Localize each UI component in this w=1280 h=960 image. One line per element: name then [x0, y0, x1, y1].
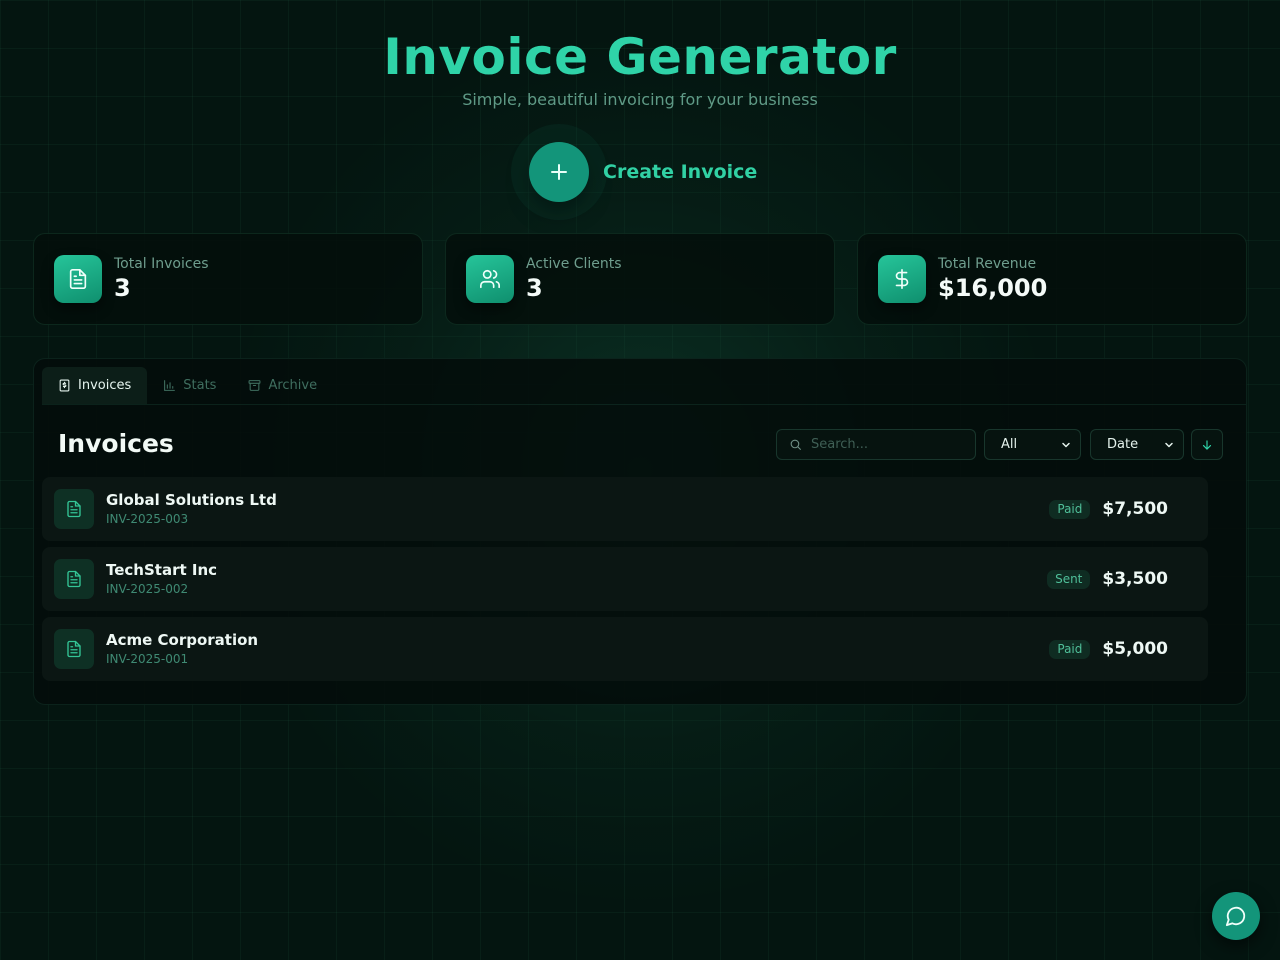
stat-value: 3 — [526, 274, 543, 302]
chat-icon — [1225, 906, 1246, 927]
chat-button[interactable] — [1212, 892, 1260, 940]
page-header: Invoice Generator Simple, beautiful invo… — [0, 28, 1280, 109]
tab-archive[interactable]: Archive — [232, 367, 333, 404]
page-title: Invoice Generator — [383, 28, 897, 86]
invoice-client: Global Solutions Ltd — [106, 490, 277, 509]
plus-icon — [551, 164, 567, 180]
tab-invoices[interactable]: Invoices — [42, 367, 148, 404]
sort-direction-button[interactable] — [1191, 429, 1223, 460]
invoice-client: TechStart Inc — [106, 560, 218, 579]
stat-label: Total Invoices — [114, 256, 209, 272]
search-box — [776, 429, 976, 460]
status-badge: Paid — [1049, 639, 1091, 659]
users-icon — [466, 255, 514, 303]
invoice-icon — [59, 379, 70, 392]
status-filter-select[interactable]: All — [984, 429, 1081, 460]
stat-card-active-clients: Active Clients 3 — [445, 233, 835, 325]
stat-label: Total Revenue — [938, 256, 1037, 272]
page-subtitle: Simple, beautiful invoicing for your bus… — [462, 90, 818, 109]
dollar-icon — [878, 255, 926, 303]
document-icon — [54, 629, 94, 669]
status-badge: Sent — [1047, 569, 1091, 589]
invoice-row[interactable]: Acme Corporation INV-2025-001 Paid $5,00… — [42, 617, 1208, 681]
status-filter-value: All — [1001, 437, 1018, 452]
stat-card-total-invoices: Total Invoices 3 — [33, 233, 423, 325]
stat-value: $16,000 — [938, 274, 1048, 302]
tab-stats[interactable]: Stats — [147, 367, 232, 404]
invoice-panel: Invoices Stats Archive Invoices All Date… — [33, 358, 1247, 705]
invoice-number: INV-2025-003 — [106, 511, 189, 526]
invoice-amount: $5,000 — [1102, 639, 1168, 659]
invoice-number: INV-2025-001 — [106, 651, 189, 666]
document-icon — [54, 489, 94, 529]
stat-label: Active Clients — [526, 256, 622, 272]
bar-chart-icon — [164, 380, 176, 391]
sort-field-value: Date — [1107, 437, 1139, 452]
status-badge: Paid — [1049, 499, 1091, 519]
list-title: Invoices — [58, 429, 174, 458]
invoice-row[interactable]: Global Solutions Ltd INV-2025-003 Paid $… — [42, 477, 1208, 541]
tab-label: Archive — [268, 378, 318, 393]
invoice-amount: $7,500 — [1102, 499, 1168, 519]
tab-label: Invoices — [78, 378, 132, 393]
tab-label: Stats — [183, 378, 217, 393]
chevron-down-icon — [1165, 442, 1173, 447]
invoice-number: INV-2025-002 — [106, 581, 189, 596]
chevron-down-icon — [1062, 442, 1070, 447]
create-invoice-button[interactable] — [529, 142, 589, 202]
create-invoice-label[interactable]: Create Invoice — [603, 161, 757, 183]
archive-icon — [248, 380, 261, 391]
tab-bar: Invoices Stats Archive — [42, 367, 1246, 405]
invoice-row[interactable]: TechStart Inc INV-2025-002 Sent $3,500 — [42, 547, 1208, 611]
search-input[interactable] — [811, 437, 961, 452]
search-icon — [790, 439, 801, 450]
invoice-client: Acme Corporation — [106, 630, 259, 649]
create-invoice-group: Create Invoice — [529, 142, 757, 202]
sort-field-select[interactable]: Date — [1090, 429, 1184, 460]
invoice-amount: $3,500 — [1102, 569, 1168, 589]
arrow-down-icon — [1202, 439, 1212, 450]
stat-value: 3 — [114, 274, 131, 302]
stat-card-total-revenue: Total Revenue $16,000 — [857, 233, 1247, 325]
file-icon — [54, 255, 102, 303]
document-icon — [54, 559, 94, 599]
